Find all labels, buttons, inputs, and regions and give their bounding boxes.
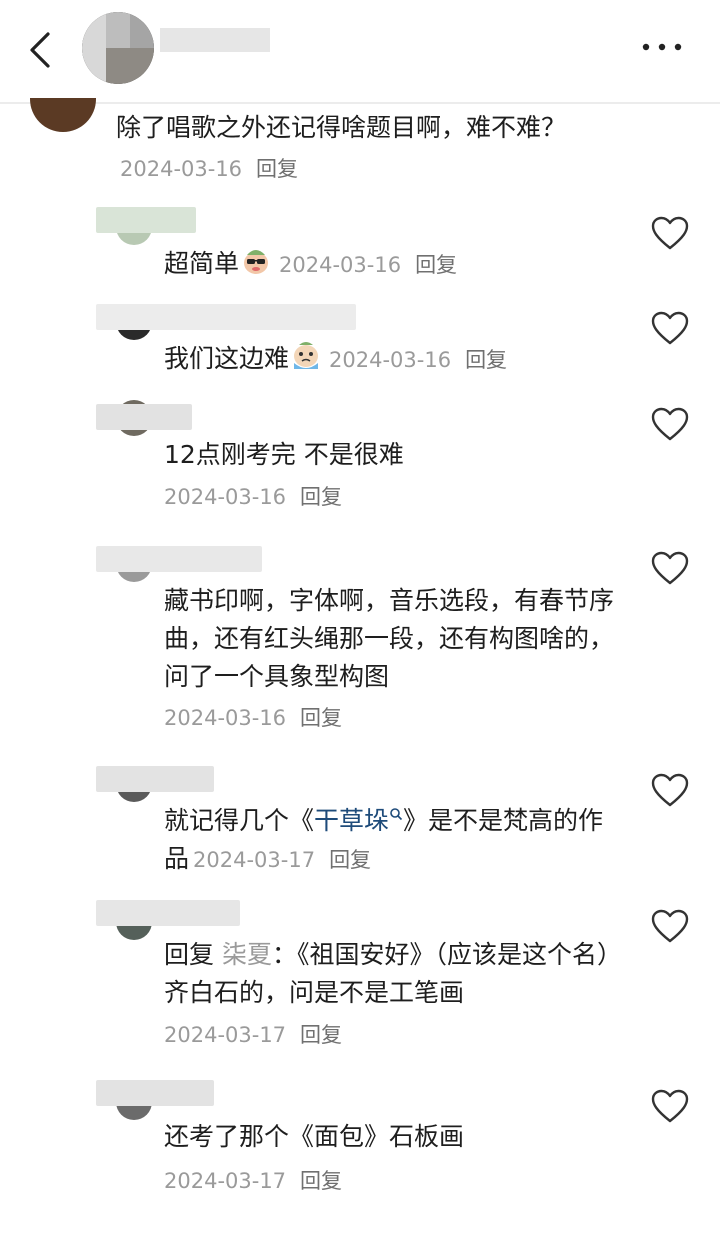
comment-meta: 2024-03-17 回复	[164, 1020, 342, 1050]
username-blurred	[96, 546, 262, 572]
heart-icon[interactable]	[650, 550, 690, 586]
username-blurred	[96, 304, 356, 330]
comments-page: 除了唱歌之外还记得啥题目啊，难不难？ 2024-03-16 回复 超简单 2024-…	[0, 0, 720, 1246]
comment-date: 2024-03-17	[193, 848, 316, 872]
heart-icon[interactable]	[650, 772, 690, 808]
comment-date: 2024-03-16	[329, 348, 452, 372]
search-icon	[390, 808, 403, 821]
comment-date: 2024-03-16	[120, 157, 243, 181]
username-blurred	[96, 1080, 214, 1106]
comment-meta: 2024-03-16 回复	[164, 482, 342, 512]
header-divider	[0, 102, 720, 104]
reply-button[interactable]: 回复	[256, 157, 298, 181]
reply-to-name[interactable]: 柒夏	[222, 940, 272, 969]
username-blurred	[96, 207, 196, 233]
top-bar	[0, 0, 720, 98]
comment-text: 12点刚考完 不是很难	[164, 440, 404, 469]
link-text: 干草垛	[314, 806, 390, 835]
comment-date: 2024-03-17	[164, 1169, 287, 1193]
comment-body: 超简单 2024-03-16 回复	[164, 245, 624, 284]
comment-date: 2024-03-17	[164, 1023, 287, 1047]
reply-button[interactable]: 回复	[300, 706, 342, 730]
comment-text: 除了唱歌之外还记得啥题目啊，难不难？	[116, 113, 567, 142]
comment-text: 还考了那个《面包》石板画	[164, 1122, 465, 1151]
search-link[interactable]: 干草垛	[314, 806, 403, 835]
sunglasses-face-emoji	[244, 250, 269, 274]
more-dots-icon[interactable]	[640, 40, 684, 54]
heart-icon[interactable]	[650, 215, 690, 251]
comment-body: 我们这边难 2024-03-16 回复	[164, 340, 624, 379]
header-avatar-blurred[interactable]	[82, 12, 154, 84]
heart-icon[interactable]	[650, 908, 690, 944]
comment-date: 2024-03-16	[279, 253, 402, 277]
comment-text: 超简单	[164, 249, 240, 278]
comment-body: 就记得几个《干草垛 》是不是梵高的作品 2024-03-17 回复	[164, 802, 614, 879]
reply-button[interactable]: 回复	[300, 1169, 342, 1193]
comment-date: 2024-03-16	[164, 706, 287, 730]
heart-icon[interactable]	[650, 406, 690, 442]
comment-meta: 2024-03-16 回复	[164, 703, 342, 733]
avatar[interactable]	[30, 98, 96, 132]
reply-button[interactable]: 回复	[329, 848, 371, 872]
comment-text: 藏书印啊，字体啊，音乐选段，有春节序曲，还有红头绳那一段，还有构图啥的，问了一个…	[164, 586, 615, 691]
crying-face-emoji	[294, 342, 319, 369]
comment-date: 2024-03-16	[164, 485, 287, 509]
comment-meta: 2024-03-17 回复	[164, 1166, 342, 1196]
comment-body: 回复 柒夏：《祖国安好》（应该是这个名）齐白石的，问是不是工笔画	[164, 936, 616, 1012]
comment-text: 就记得几个《	[164, 806, 315, 835]
comment-text: 我们这边难	[164, 344, 290, 373]
main-comment: 除了唱歌之外还记得啥题目啊，难不难？ 2024-03-16 回复	[116, 108, 586, 189]
reply-button[interactable]: 回复	[300, 1023, 342, 1047]
heart-icon[interactable]	[650, 310, 690, 346]
username-blurred	[96, 404, 192, 430]
reply-button[interactable]: 回复	[415, 253, 457, 277]
username-blurred	[96, 766, 214, 792]
reply-prefix: 回复	[164, 940, 215, 969]
reply-button[interactable]: 回复	[465, 348, 507, 372]
username-blurred	[96, 900, 240, 926]
chevron-left-icon[interactable]	[26, 31, 56, 69]
heart-icon[interactable]	[650, 1088, 690, 1124]
header-name-blurred	[160, 28, 270, 52]
reply-button[interactable]: 回复	[300, 485, 342, 509]
